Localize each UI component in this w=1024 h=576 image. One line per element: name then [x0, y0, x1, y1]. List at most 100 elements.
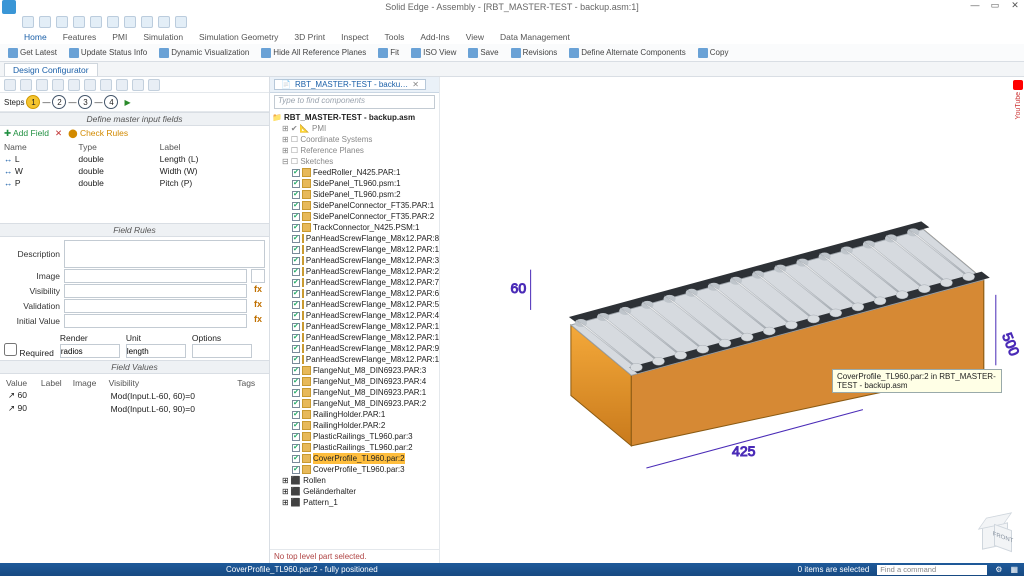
cmd-dyn-vis[interactable]: Dynamic Visualization: [155, 46, 253, 60]
rule-vis-input[interactable]: [64, 284, 247, 298]
tab-tools[interactable]: Tools: [385, 32, 405, 42]
qat-btn[interactable]: [175, 16, 187, 28]
design-configurator-panel: Steps 1— 2— 3— 4 ▶ Define master input f…: [0, 77, 270, 563]
qat-btn[interactable]: [73, 16, 85, 28]
plane-icon: [261, 48, 271, 58]
value-row[interactable]: ↗ 90Mod(Input.L-60, 90)=0: [6, 403, 263, 414]
cmd-update-status[interactable]: Update Status Info: [65, 46, 151, 60]
step-2[interactable]: 2: [52, 95, 66, 109]
qat-btn[interactable]: [107, 16, 119, 28]
cmd-revisions[interactable]: Revisions: [507, 46, 562, 60]
status-bar: CoverProfile_TL960.par:2 - fully positio…: [0, 563, 1024, 576]
close-button[interactable]: ✕: [1008, 0, 1022, 10]
rule-desc-label: Description: [4, 249, 60, 259]
toolbar-btn[interactable]: [84, 79, 96, 91]
cmd-iso[interactable]: ISO View: [407, 46, 460, 60]
rule-val-input[interactable]: [64, 299, 247, 313]
rule-init-input[interactable]: [64, 314, 247, 328]
vars-row[interactable]: ↔ PdoublePitch (P): [0, 177, 269, 189]
add-field-button[interactable]: ✚ Add Field: [4, 128, 49, 139]
close-icon[interactable]: ✕: [412, 80, 419, 89]
qat-btn[interactable]: [141, 16, 153, 28]
history-icon: [511, 48, 521, 58]
find-command-input[interactable]: Find a command: [877, 565, 987, 575]
toolbar-btn[interactable]: [148, 79, 160, 91]
toolbar-btn[interactable]: [52, 79, 64, 91]
delete-field-button[interactable]: ✕: [55, 128, 62, 139]
browse-icon[interactable]: [251, 269, 265, 283]
ribbon-tabs: Home Features PMI Simulation Simulation …: [0, 30, 1024, 44]
find-components-input[interactable]: Type to find components: [274, 95, 435, 109]
save-icon: [468, 48, 478, 58]
section-field-values: Field Values: [0, 360, 269, 374]
tab-data-mgmt[interactable]: Data Management: [500, 32, 570, 42]
status-icon[interactable]: ⚙: [995, 565, 1002, 574]
toolbar-btn[interactable]: [4, 79, 16, 91]
tab-3dprint[interactable]: 3D Print: [294, 32, 325, 42]
cmd-copy[interactable]: Copy: [694, 46, 733, 60]
render-input[interactable]: [60, 344, 120, 358]
rule-init-label: Initial Value: [4, 316, 60, 326]
step-3[interactable]: 3: [78, 95, 92, 109]
value-row[interactable]: ↗ 60Mod(Input.L-60, 60)=0: [6, 390, 263, 401]
toolbar-btn[interactable]: [36, 79, 48, 91]
vars-row[interactable]: ↔ WdoubleWidth (W): [0, 165, 269, 177]
fx-icon[interactable]: fx: [251, 299, 265, 313]
no-selection-msg: No top level part selected.: [270, 549, 439, 563]
hover-tooltip: CoverProfile_TL960.par:2 in RBT_MASTER-T…: [832, 369, 1002, 393]
rule-desc-input[interactable]: [64, 240, 265, 268]
dim-425: 425: [732, 443, 756, 459]
unit-input[interactable]: [126, 344, 186, 358]
file-tab[interactable]: 📄 RBT_MASTER-TEST - backu… ✕: [274, 79, 426, 90]
toolbar-btn[interactable]: [132, 79, 144, 91]
qat-btn[interactable]: [22, 16, 34, 28]
fx-icon[interactable]: fx: [251, 314, 265, 328]
tab-view[interactable]: View: [466, 32, 484, 42]
play-icon[interactable]: ▶: [124, 98, 130, 107]
tab-addins[interactable]: Add-Ins: [420, 32, 449, 42]
youtube-icon[interactable]: [1013, 80, 1023, 90]
rule-image-input[interactable]: [64, 269, 247, 283]
required-checkbox[interactable]: [4, 343, 17, 356]
maximize-button[interactable]: ▭: [988, 0, 1002, 10]
minimize-button[interactable]: —: [968, 0, 982, 10]
step-4[interactable]: 4: [104, 95, 118, 109]
fx-icon[interactable]: fx: [251, 284, 265, 298]
check-rules-button[interactable]: ⬤ Check Rules: [68, 128, 128, 139]
qat-btn[interactable]: [158, 16, 170, 28]
qat-btn[interactable]: [39, 16, 51, 28]
quick-access-toolbar: [0, 14, 1024, 30]
tab-sim-geom[interactable]: Simulation Geometry: [199, 32, 278, 42]
qat-btn[interactable]: [90, 16, 102, 28]
step-1[interactable]: 1: [26, 95, 40, 109]
cmd-get-latest[interactable]: Get Latest: [4, 46, 61, 60]
cmd-def-alt[interactable]: Define Alternate Components: [565, 46, 690, 60]
tab-design-configurator[interactable]: Design Configurator: [4, 63, 98, 76]
app-icon: [2, 0, 16, 14]
cmd-hide-ref[interactable]: Hide All Reference Planes: [257, 46, 370, 60]
vars-row[interactable]: ↔ LdoubleLength (L): [0, 153, 269, 165]
toolbar-btn[interactable]: [20, 79, 32, 91]
toolbar-btn[interactable]: [116, 79, 128, 91]
cmd-fit[interactable]: Fit: [374, 46, 403, 60]
steps-label: Steps: [4, 98, 24, 107]
tab-simulation[interactable]: Simulation: [143, 32, 183, 42]
status-icon[interactable]: ▦: [1010, 565, 1018, 574]
toolbar-btn[interactable]: [100, 79, 112, 91]
vars-table: NameTypeLabel ↔ LdoubleLength (L) ↔ Wdou…: [0, 141, 269, 189]
tab-features[interactable]: Features: [63, 32, 97, 42]
tab-inspect[interactable]: Inspect: [341, 32, 368, 42]
viewport[interactable]: 60 425 500 CoverProfile_TL960.par:2 in R…: [440, 77, 1024, 563]
tab-home[interactable]: Home: [24, 32, 47, 42]
tab-pmi[interactable]: PMI: [112, 32, 127, 42]
qat-btn[interactable]: [124, 16, 136, 28]
right-side-strip: YouTube: [1012, 77, 1024, 563]
cmd-save[interactable]: Save: [464, 46, 502, 60]
qat-btn[interactable]: [56, 16, 68, 28]
section-master-fields: Define master input fields: [0, 112, 269, 126]
assembly-tree-pane: 📄 RBT_MASTER-TEST - backu… ✕ Type to fin…: [270, 77, 440, 563]
toolbar-btn[interactable]: [68, 79, 80, 91]
window-title: Solid Edge - Assembly - [RBT_MASTER-TEST…: [385, 2, 638, 12]
options-input[interactable]: [192, 344, 252, 358]
rule-vis-label: Visibility: [4, 286, 60, 296]
